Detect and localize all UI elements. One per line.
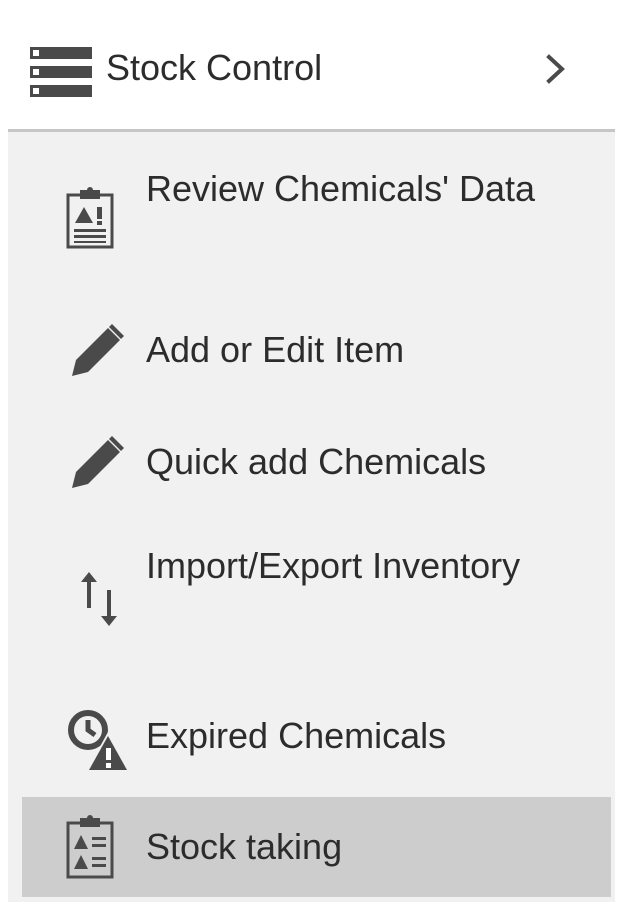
menu-item-label: Import/Export Inventory <box>146 545 521 586</box>
clock-warning-icon <box>66 708 130 772</box>
menu-item-quick-add-chemicals[interactable]: Quick add Chemicals <box>8 422 615 502</box>
clipboard-warning-icon <box>64 187 116 249</box>
import-export-arrows-icon <box>78 570 122 628</box>
stock-control-menu: Stock Control Review Chemicals' Data Add… <box>8 10 615 902</box>
menu-item-label: Review Chemicals' Data <box>146 168 536 209</box>
menu-item-label: Add or Edit Item <box>146 329 405 370</box>
stock-control-header[interactable]: Stock Control <box>8 10 615 132</box>
menu-item-review-chemicals-data[interactable]: Review Chemicals' Data <box>8 145 615 290</box>
pencil-icon <box>70 322 126 378</box>
menu-item-stock-taking[interactable]: Stock taking <box>8 797 615 897</box>
menu-item-import-export-inventory[interactable]: Import/Export Inventory <box>8 530 615 675</box>
header-title: Stock Control <box>106 47 323 88</box>
menu-item-add-or-edit-item[interactable]: Add or Edit Item <box>8 310 615 390</box>
menu-item-expired-chemicals[interactable]: Expired Chemicals <box>8 696 615 776</box>
list-rows-icon <box>30 47 92 97</box>
pencil-icon <box>70 434 126 490</box>
menu-item-label: Stock taking <box>146 826 343 867</box>
menu-item-label: Expired Chemicals <box>146 715 447 756</box>
clipboard-checklist-icon <box>64 815 116 879</box>
menu-item-label: Quick add Chemicals <box>146 441 487 482</box>
chevron-right-icon <box>545 54 567 84</box>
